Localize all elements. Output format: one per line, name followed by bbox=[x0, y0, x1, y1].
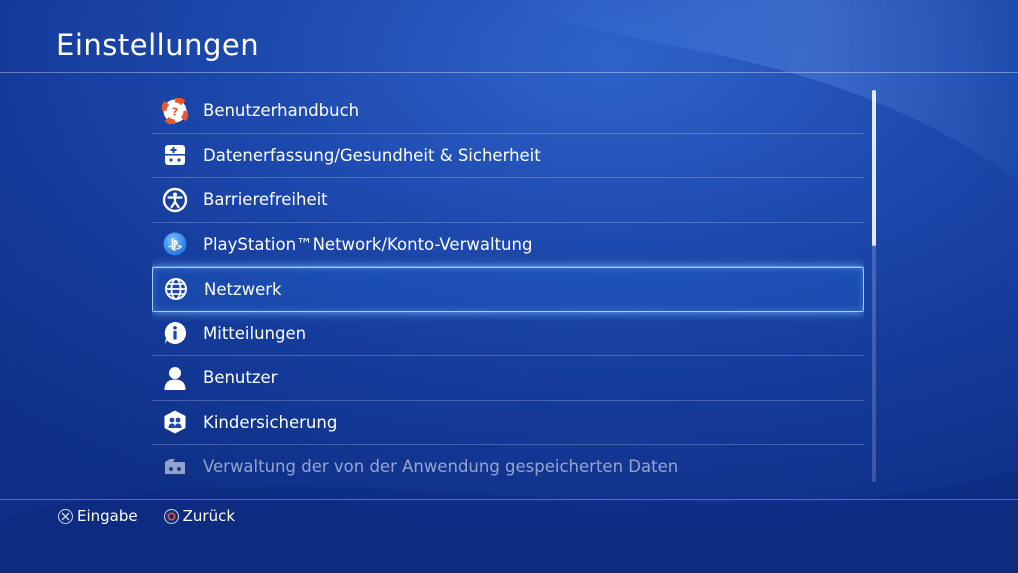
saved-data-icon bbox=[162, 454, 188, 480]
button-hints: Eingabe Zurück bbox=[58, 507, 261, 525]
menu-item-label: Mitteilungen bbox=[203, 323, 307, 343]
settings-menu: ? Benutzerhandbuch Datenerfassung/Gesund… bbox=[152, 89, 864, 481]
circle-button-icon bbox=[163, 508, 179, 524]
menu-item-benutzerhandbuch[interactable]: ? Benutzerhandbuch bbox=[152, 89, 864, 134]
svg-text:?: ? bbox=[172, 105, 178, 118]
menu-item-label: Kindersicherung bbox=[203, 412, 338, 432]
user-icon bbox=[162, 365, 188, 391]
info-icon bbox=[162, 320, 188, 346]
menu-item-label: Netzwerk bbox=[204, 279, 282, 299]
menu-item-label: Benutzer bbox=[203, 368, 278, 388]
menu-item-benutzer[interactable]: Benutzer bbox=[152, 356, 864, 401]
menu-item-label: Verwaltung der von der Anwendung gespeic… bbox=[203, 457, 679, 477]
hint-back[interactable]: Zurück bbox=[163, 507, 236, 525]
back-label: Zurück bbox=[182, 507, 236, 525]
menu-item-netzwerk[interactable]: Netzwerk bbox=[152, 267, 864, 312]
accessibility-icon bbox=[162, 187, 188, 213]
menu-item-datenerfassung[interactable]: Datenerfassung/Gesundheit & Sicherheit bbox=[152, 134, 864, 178]
menu-item-barrierefreiheit[interactable]: Barrierefreiheit bbox=[152, 178, 864, 223]
menu-item-psn[interactable]: PlayStation™Network/Konto-Verwaltung bbox=[152, 223, 864, 267]
help-lifebuoy-icon: ? bbox=[162, 97, 188, 124]
hint-enter[interactable]: Eingabe bbox=[58, 507, 138, 525]
page-title: Einstellungen bbox=[56, 28, 260, 62]
menu-item-label: PlayStation™Network/Konto-Verwaltung bbox=[203, 234, 533, 254]
enter-label: Eingabe bbox=[77, 507, 138, 525]
menu-item-label: Barrierefreiheit bbox=[203, 190, 328, 210]
playstation-network-icon bbox=[162, 231, 188, 257]
parental-control-icon bbox=[162, 409, 188, 435]
globe-icon bbox=[163, 276, 189, 302]
cross-button-icon bbox=[58, 508, 73, 524]
menu-item-label: Datenerfassung/Gesundheit & Sicherheit bbox=[203, 145, 541, 165]
menu-item-label: Benutzerhandbuch bbox=[203, 101, 360, 121]
menu-item-kindersicherung[interactable]: Kindersicherung bbox=[152, 401, 864, 445]
scrollbar-thumb[interactable] bbox=[872, 90, 876, 246]
health-safety-icon bbox=[162, 142, 188, 168]
menu-item-mitteilungen[interactable]: Mitteilungen bbox=[152, 312, 864, 356]
menu-item-gespeicherte-daten[interactable]: Verwaltung der von der Anwendung gespeic… bbox=[152, 445, 864, 481]
footer-divider bbox=[0, 499, 1018, 500]
header: Einstellungen bbox=[0, 0, 1018, 72]
header-divider bbox=[0, 72, 1018, 73]
scrollbar[interactable] bbox=[872, 90, 876, 482]
